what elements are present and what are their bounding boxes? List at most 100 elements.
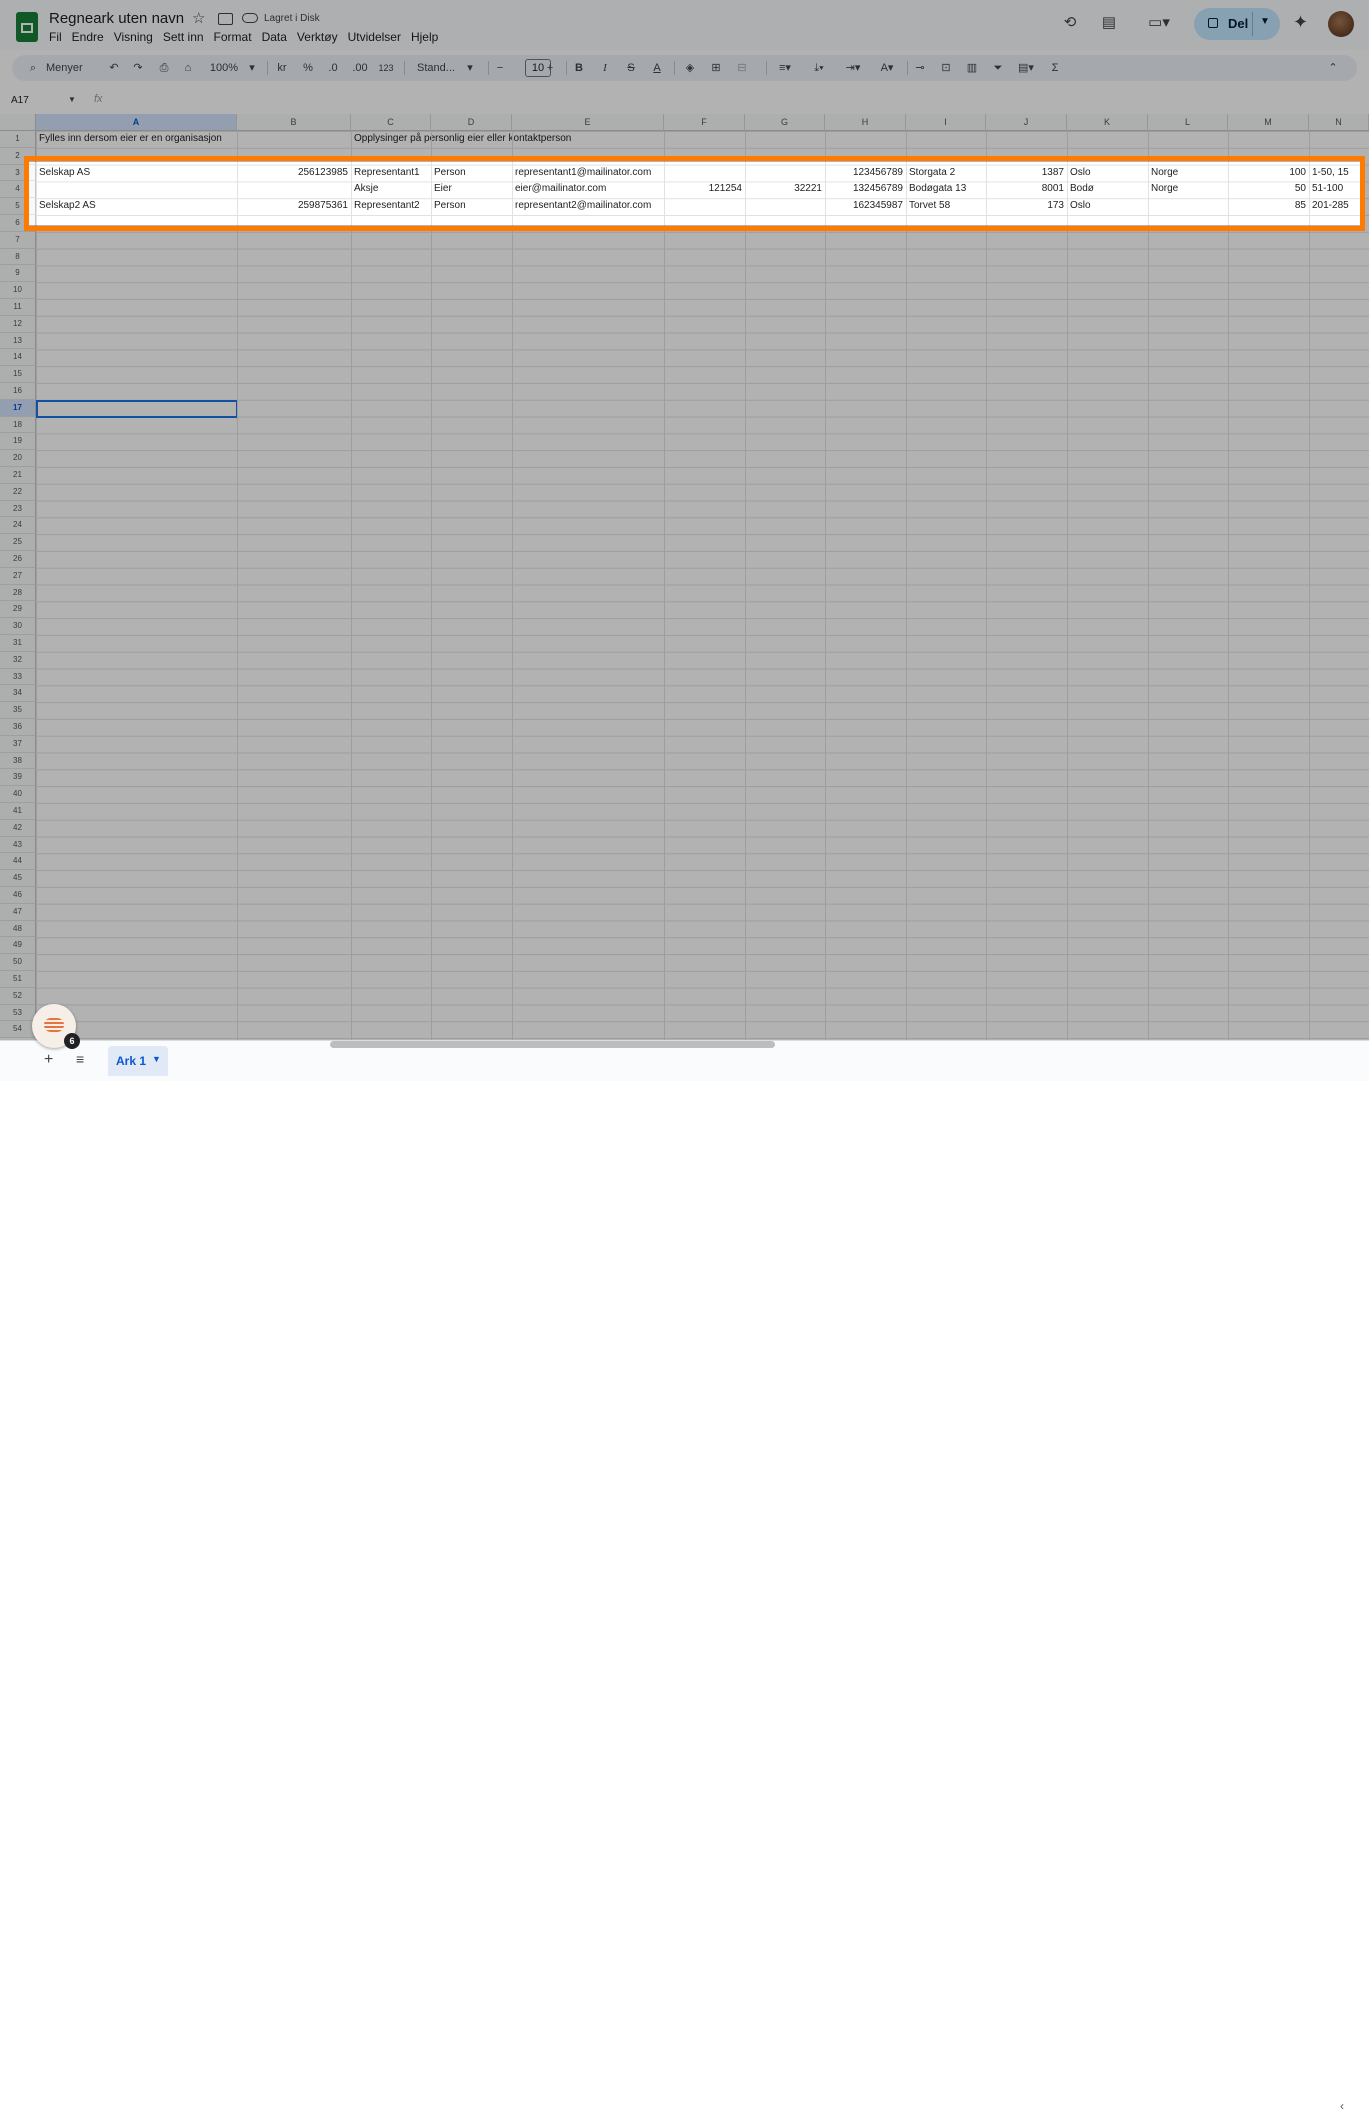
menu-format[interactable]: Format — [214, 30, 252, 44]
italic-button[interactable]: I — [598, 55, 612, 81]
bold-button[interactable]: B — [572, 55, 586, 81]
borders-icon[interactable]: ⊞ — [708, 55, 724, 81]
row-header-46[interactable]: 46 — [0, 887, 36, 904]
text-rotation-icon[interactable]: A▾ — [876, 55, 898, 81]
search-icon[interactable]: ⌕ — [26, 55, 40, 81]
vertical-align-icon[interactable]: ⤓▾ — [808, 55, 830, 81]
column-header-a[interactable]: A — [36, 114, 237, 131]
row-header-1[interactable]: 1 — [0, 131, 36, 148]
cell-c1[interactable]: Opplysinger på personlig eier eller kont… — [351, 131, 751, 147]
row-header-11[interactable]: 11 — [0, 299, 36, 316]
row-header-33[interactable]: 33 — [0, 668, 36, 686]
decrease-font-size-icon[interactable]: − — [494, 55, 506, 81]
insert-chart-icon[interactable]: ▥ — [964, 55, 980, 81]
text-color-button[interactable]: A — [650, 55, 664, 81]
column-header-i[interactable]: I — [906, 114, 986, 131]
row-header-26[interactable]: 26 — [0, 551, 36, 568]
decrease-decimals-button[interactable]: .0 — [324, 55, 342, 81]
row-header-51[interactable]: 51 — [0, 971, 36, 988]
row-header-42[interactable]: 42 — [0, 819, 36, 837]
row-header-39[interactable]: 39 — [0, 769, 36, 787]
row-header-34[interactable]: 34 — [0, 685, 36, 703]
column-header-d[interactable]: D — [431, 114, 512, 131]
merge-cells-icon[interactable]: ⊟ — [734, 55, 750, 81]
column-header-l[interactable]: L — [1148, 114, 1228, 131]
row-header-13[interactable]: 13 — [0, 332, 36, 350]
menu-endre[interactable]: Endre — [72, 30, 104, 44]
all-sheets-icon[interactable]: ≡ — [76, 1051, 84, 1067]
row-header-16[interactable]: 16 — [0, 383, 36, 400]
menu-sett-inn[interactable]: Sett inn — [163, 30, 204, 44]
star-icon[interactable]: ☆ — [192, 9, 205, 27]
row-header-24[interactable]: 24 — [0, 517, 36, 535]
horizontal-scrollbar[interactable] — [330, 1041, 775, 1048]
increase-font-size-icon[interactable]: + — [544, 55, 556, 81]
row-header-48[interactable]: 48 — [0, 920, 36, 938]
row-header-9[interactable]: 9 — [0, 265, 36, 283]
row-header-43[interactable]: 43 — [0, 836, 36, 854]
functions-button[interactable]: Σ — [1048, 55, 1062, 81]
cell-grid[interactable] — [36, 131, 1369, 1040]
filter-icon[interactable]: ⏷ — [990, 55, 1006, 81]
row-header-50[interactable]: 50 — [0, 954, 36, 971]
cloud-status-icon[interactable] — [242, 13, 258, 23]
row-header-29[interactable]: 29 — [0, 601, 36, 619]
row-header-7[interactable]: 7 — [0, 231, 36, 249]
row-header-21[interactable]: 21 — [0, 467, 36, 484]
row-header-45[interactable]: 45 — [0, 870, 36, 887]
row-header-35[interactable]: 35 — [0, 702, 36, 719]
percent-format-button[interactable]: % — [300, 55, 316, 81]
row-header-47[interactable]: 47 — [0, 903, 36, 921]
name-box-dropdown-icon[interactable]: ▼ — [68, 95, 76, 104]
sheets-logo-icon[interactable] — [16, 12, 38, 42]
row-header-37[interactable]: 37 — [0, 735, 36, 753]
row-header-23[interactable]: 23 — [0, 500, 36, 518]
font-select[interactable]: Stand... — [412, 55, 460, 81]
print-icon[interactable]: ⎙ — [156, 55, 172, 81]
menu-utvidelser[interactable]: Utvidelser — [348, 30, 401, 44]
column-header-h[interactable]: H — [825, 114, 906, 131]
fill-color-icon[interactable]: ◈ — [682, 55, 698, 81]
menu-data[interactable]: Data — [262, 30, 287, 44]
menu-verktoy[interactable]: Verktøy — [297, 30, 338, 44]
column-header-k[interactable]: K — [1067, 114, 1148, 131]
strikethrough-button[interactable]: S — [624, 55, 638, 81]
row-header-41[interactable]: 41 — [0, 803, 36, 820]
column-header-m[interactable]: M — [1228, 114, 1309, 131]
row-header-31[interactable]: 31 — [0, 635, 36, 652]
row-header-44[interactable]: 44 — [0, 853, 36, 871]
row-header-15[interactable]: 15 — [0, 366, 36, 383]
increase-decimals-button[interactable]: .00 — [350, 55, 370, 81]
zoom-select[interactable]: 100% — [206, 55, 242, 81]
paint-format-icon[interactable]: ⌂ — [180, 55, 196, 81]
filter-views-icon[interactable]: ▤▾ — [1014, 55, 1038, 81]
column-header-b[interactable]: B — [237, 114, 351, 131]
meet-video-icon[interactable]: ▭▾ — [1144, 14, 1174, 32]
row-header-20[interactable]: 20 — [0, 450, 36, 467]
move-folder-icon[interactable] — [218, 13, 233, 25]
share-button[interactable]: Del ▼ — [1194, 8, 1280, 40]
menu-fil[interactable]: Fil — [49, 30, 62, 44]
share-dropdown-icon[interactable]: ▼ — [1260, 16, 1270, 27]
sheet-tab-dropdown-icon[interactable]: ▼ — [152, 1054, 161, 1064]
cell-a1[interactable]: Fylles inn dersom eier er en organisasjo… — [36, 131, 351, 147]
menu-search-input[interactable]: Menyer — [46, 55, 90, 81]
document-title[interactable]: Regneark uten navn — [49, 10, 184, 27]
undo-icon[interactable]: ↶ — [106, 55, 122, 81]
zoom-dropdown-icon[interactable]: ▾ — [246, 55, 258, 81]
row-header-53[interactable]: 53 — [0, 1004, 36, 1022]
collapse-toolbar-icon[interactable]: ⌃ — [1326, 55, 1340, 81]
font-dropdown-icon[interactable]: ▾ — [464, 55, 476, 81]
insert-link-icon[interactable]: ⊸ — [912, 55, 928, 81]
row-header-19[interactable]: 19 — [0, 433, 36, 451]
row-header-8[interactable]: 8 — [0, 248, 36, 266]
row-header-18[interactable]: 18 — [0, 416, 36, 434]
comments-icon[interactable]: ▤ — [1100, 14, 1118, 32]
sheet-grid[interactable]: ABCDEFGHIJKLMN 1 2 3 4 5 6 7 8 9 10 11 12 13 14 15 16 17… — [0, 114, 1369, 1040]
row-header-12[interactable]: 12 — [0, 315, 36, 333]
row-header-28[interactable]: 28 — [0, 584, 36, 602]
version-history-icon[interactable]: ⟲ — [1061, 14, 1079, 32]
text-wrap-icon[interactable]: ⇥▾ — [842, 55, 864, 81]
add-sheet-icon[interactable]: + — [44, 1051, 53, 1069]
row-header-49[interactable]: 49 — [0, 937, 36, 955]
